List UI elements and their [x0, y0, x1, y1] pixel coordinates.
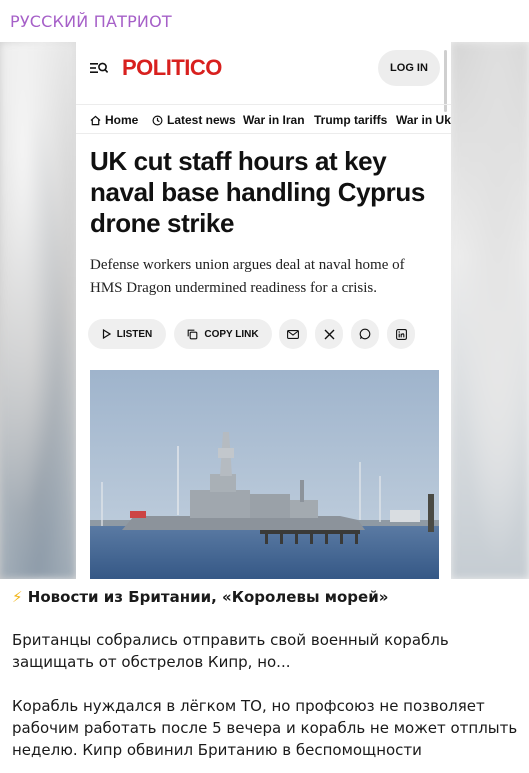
nav-item-war-iran: War in Iran: [243, 113, 305, 127]
x-share-button: [315, 319, 343, 349]
x-icon: [324, 329, 334, 339]
linkedin-share-button: [387, 319, 415, 349]
article-headline: UK cut staff hours at key naval base han…: [90, 146, 440, 239]
paragraph-line: защищать от обстрелов Кипр, но...: [12, 653, 291, 671]
post-title-text: Новости из Британии, «Королевы морей»: [27, 588, 389, 606]
scrollbar-thumb: [444, 50, 447, 112]
politico-logo: POLITICO: [122, 55, 222, 80]
article-dek: Defense workers union argues deal at nav…: [90, 254, 440, 300]
whatsapp-share-button: [351, 319, 379, 349]
listen-label: LISTEN: [116, 328, 153, 340]
image-blur-right: [451, 42, 529, 579]
nav-item-tariffs: Trump tariffs: [314, 113, 387, 127]
article-screenshot: POLITICO LOG IN Home Latest news War in …: [76, 42, 451, 579]
share-row: LISTEN COPY LINK: [88, 319, 448, 349]
paragraph-line: рабочим работать после 5 вечера и корабл…: [12, 719, 518, 737]
login-button: LOG IN: [378, 50, 440, 86]
dek-line: Defense workers union argues deal at nav…: [90, 257, 405, 273]
paragraph-line: неделю. Кипр обвинил Британию в беспомощ…: [12, 741, 422, 759]
mail-icon: [287, 329, 299, 339]
post-image[interactable]: POLITICO LOG IN Home Latest news War in …: [0, 42, 529, 579]
headline-line: drone strike: [90, 208, 235, 238]
play-icon: [102, 329, 111, 339]
nav-label: Home: [105, 113, 139, 127]
nav-label: Latest news: [167, 113, 236, 127]
site-header: POLITICO LOG IN: [76, 42, 451, 100]
paragraph-line: Британцы собрались отправить свой военны…: [12, 631, 449, 649]
channel-name[interactable]: РУССКИЙ ПАТРИОТ: [10, 12, 172, 31]
nav-label: War in Uk: [396, 113, 451, 127]
headline-line: UK cut staff hours at key: [90, 146, 387, 176]
lightning-icon: ⚡: [12, 588, 23, 606]
copy-link-button: COPY LINK: [174, 319, 272, 349]
dek-line: HMS Dragon undermined readiness for a cr…: [90, 280, 378, 296]
listen-button: LISTEN: [88, 319, 166, 349]
menu-search-icon: [90, 62, 108, 73]
site-nav: Home Latest news War in Iran Trump tarif…: [76, 104, 451, 134]
home-icon: [90, 115, 101, 125]
copy-icon: [188, 329, 198, 339]
nav-label: War in Iran: [243, 113, 305, 127]
nav-item-war-uk: War in Uk: [396, 113, 451, 127]
paragraph-line: Корабль нуждался в лёгком ТО, но профсою…: [12, 697, 485, 715]
nav-item-latest: Latest news: [152, 113, 236, 127]
nav-item-home: Home: [90, 113, 138, 127]
message-bubble: РУССКИЙ ПАТРИОТ POLITICO LOG IN Home Lat…: [0, 0, 529, 773]
headline-line: naval base handling Cyprus: [90, 177, 425, 207]
mail-share-button: [279, 319, 307, 349]
clock-icon: [152, 115, 163, 125]
post-title: ⚡ Новости из Британии, «Королевы морей»: [12, 588, 388, 606]
warship-photo: [90, 370, 439, 579]
article-photo: [90, 370, 439, 579]
nav-label: Trump tariffs: [314, 113, 388, 127]
linkedin-icon: [395, 328, 407, 340]
image-blur-left: [0, 42, 76, 579]
whatsapp-icon: [359, 328, 371, 340]
copy-link-label: COPY LINK: [204, 328, 259, 340]
